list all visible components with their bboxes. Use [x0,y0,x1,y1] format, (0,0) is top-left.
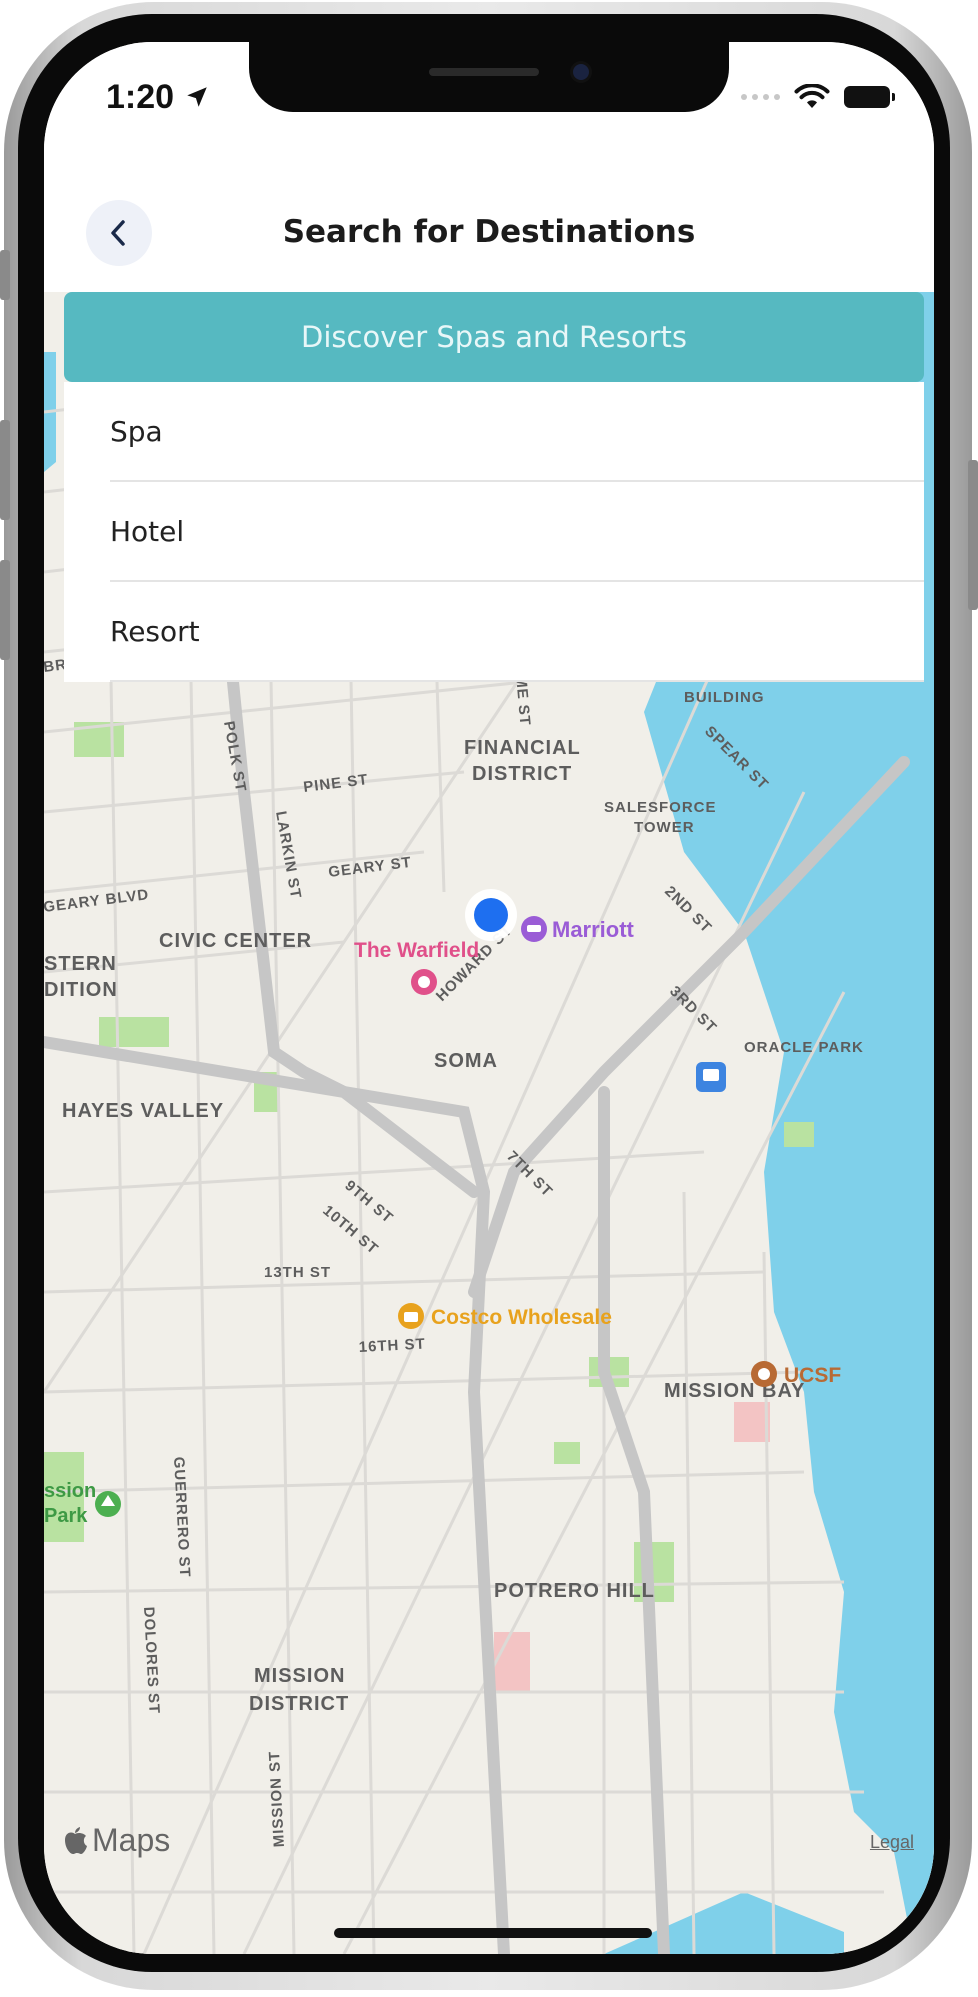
transit-station[interactable] [696,1062,726,1092]
home-indicator[interactable] [334,1928,652,1938]
map-landmark-oracle-park: ORACLE PARK [744,1039,864,1056]
park-area [99,1017,169,1047]
map-area-mission-district: MISSION [254,1665,345,1687]
poi-costco[interactable]: Costco Wholesale [398,1303,612,1329]
map-area-financial-district: DISTRICT [472,763,572,785]
hospital-area [734,1402,770,1442]
option-spa[interactable]: Spa [110,382,924,482]
poi-label: Park [44,1505,88,1527]
map-area-western-addition: STERN [44,953,117,975]
page-title: Search for Destinations [282,214,696,250]
poi-label: ssion [44,1480,96,1502]
hospital-area [494,1632,530,1692]
poi-marriott[interactable]: Marriott [521,916,635,942]
battery-icon [844,86,895,108]
poi-label: UCSF [784,1364,841,1387]
map-landmark-ferry-building: BUILDING [684,689,765,706]
volume-down-button [0,560,10,660]
mute-switch [0,250,10,300]
poi-label: Costco Wholesale [431,1306,612,1329]
location-arrow-icon [187,87,207,107]
volume-up-button [0,420,10,520]
legal-link[interactable]: Legal [870,1832,914,1853]
map-area-potrero-hill: POTRERO HILL [494,1580,655,1602]
map-area-soma: SOMA [434,1050,498,1072]
option-hotel[interactable]: Hotel [110,482,924,582]
destination-type-dropdown: Spa Hotel Resort [64,382,924,682]
poi-ucsf[interactable]: UCSF [751,1361,841,1387]
front-camera [573,64,589,80]
status-time: 1:20 [106,78,175,116]
street-13th: 13TH ST [264,1264,331,1281]
map-area-western-addition: DITION [44,979,118,1001]
park-area [784,1122,814,1147]
map-area-civic-center: CIVIC CENTER [159,930,312,952]
map-area-mission-district: DISTRICT [249,1693,349,1715]
speaker-grille [429,68,539,76]
poi-label: The Warfield [354,939,479,962]
street-16th: 16TH ST [358,1336,426,1356]
option-resort[interactable]: Resort [110,582,924,682]
phone-screen: 1:20 Search for Destinations FINANCIAL D… [44,42,934,1954]
map-landmark-salesforce-tower: TOWER [634,819,695,836]
power-button [968,460,978,610]
poi-label: Marriott [552,917,635,942]
maps-provider-label: Maps [92,1822,171,1858]
cellular-signal-icon [741,94,780,100]
park-area [554,1442,580,1464]
user-location-marker [465,889,517,941]
map-landmark-salesforce-tower: SALESFORCE [604,799,717,816]
status-indicators [741,84,895,110]
header: Search for Destinations [44,162,934,292]
map-area-hayes-valley: HAYES VALLEY [62,1100,224,1122]
notch [249,42,729,112]
wifi-icon [794,84,830,108]
map-area-financial-district: FINANCIAL [464,737,581,759]
discover-spas-button[interactable]: Discover Spas and Resorts [64,292,924,382]
maps-attribution: Maps [62,1822,170,1859]
apple-logo-icon [65,1826,87,1854]
